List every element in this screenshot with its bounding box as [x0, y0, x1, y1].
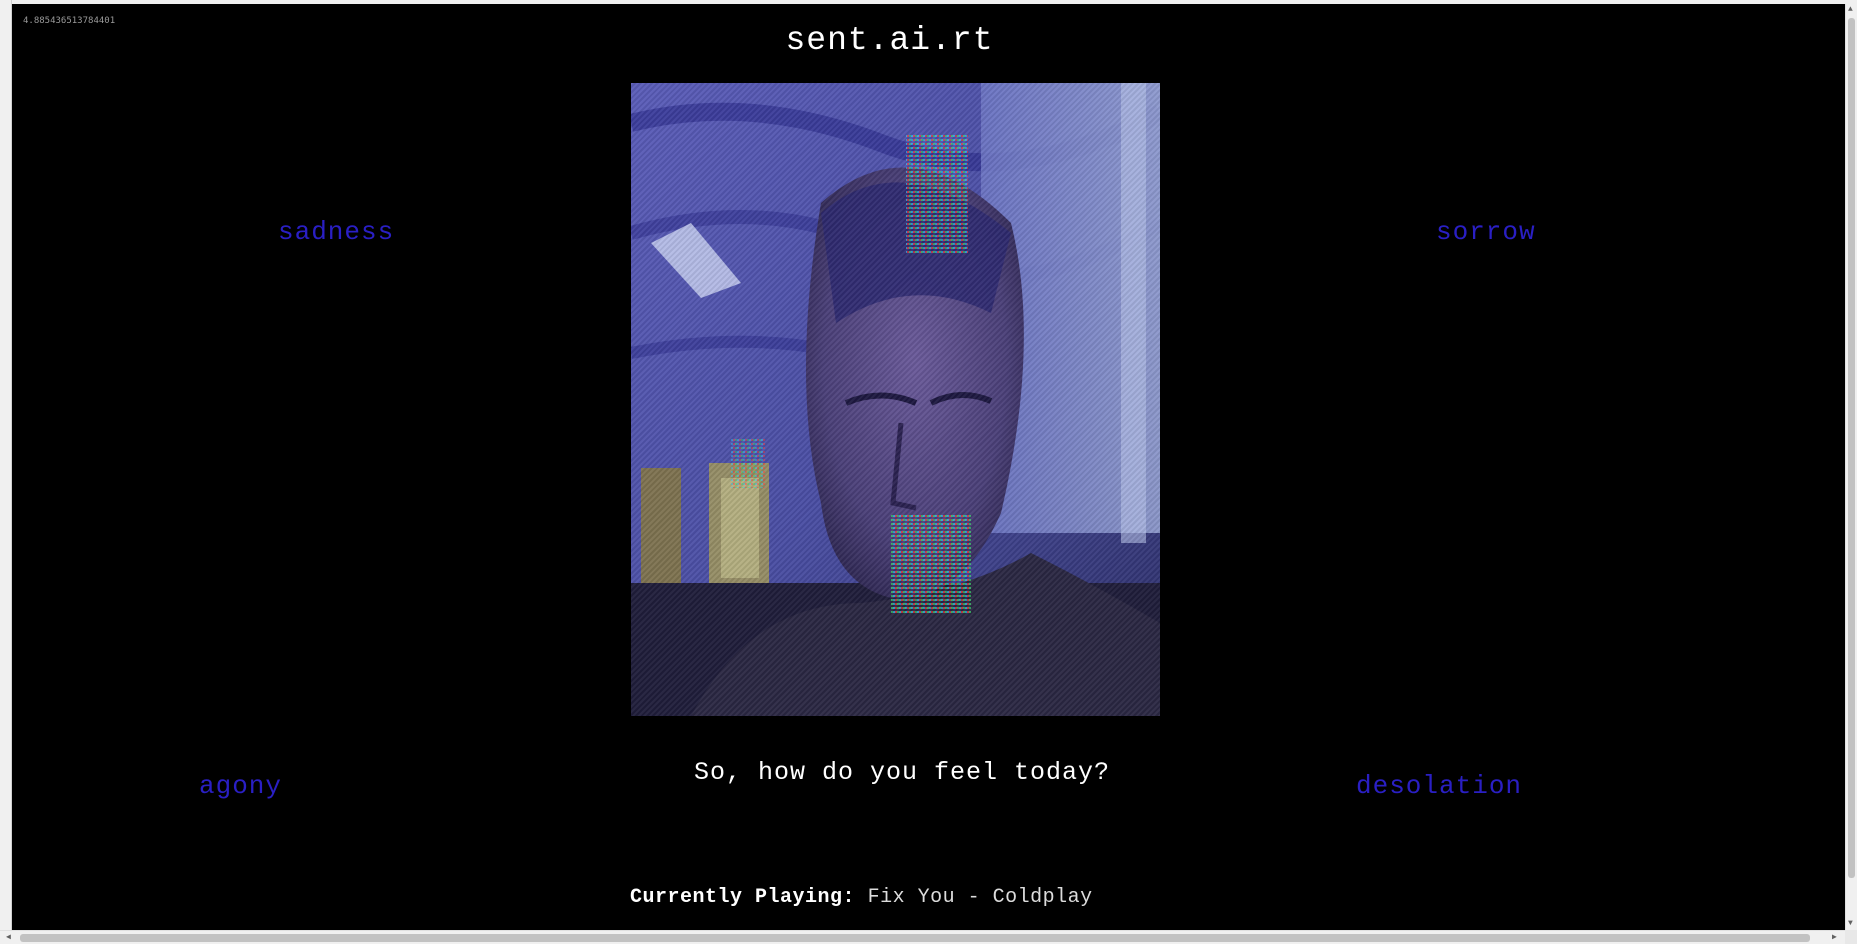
app-canvas: 4.885436513784401 sent.ai.rt sadness sor…	[12, 4, 1845, 930]
now-playing-label: Currently Playing:	[630, 886, 856, 909]
horizontal-scroll-thumb[interactable]	[20, 934, 1810, 942]
scroll-right-icon[interactable]: ▶	[1832, 932, 1837, 944]
feeling-prompt: So, how do you feel today?	[693, 758, 1111, 787]
horizontal-scrollbar[interactable]: ◀ ▶	[0, 930, 1857, 944]
now-playing: Currently Playing: Fix You - Coldplay	[630, 886, 1093, 909]
window-left-edge	[0, 0, 12, 944]
now-playing-track: Fix You - Coldplay	[867, 886, 1093, 909]
vertical-scroll-thumb[interactable]	[1848, 18, 1855, 878]
vertical-scrollbar[interactable]: ▲ ▼	[1845, 4, 1857, 930]
page-title: sent.ai.rt	[785, 22, 994, 59]
scrollbar-corner	[1845, 930, 1857, 944]
emotion-label-top-left: sadness	[278, 217, 395, 247]
scroll-down-icon[interactable]: ▼	[1848, 919, 1853, 929]
scroll-up-icon[interactable]: ▲	[1848, 5, 1853, 15]
scroll-left-icon[interactable]: ◀	[6, 932, 11, 944]
emotion-label-top-right: sorrow	[1436, 217, 1536, 247]
stylized-webcam-feed	[631, 83, 1160, 716]
webcam-feed-art	[631, 83, 1160, 716]
